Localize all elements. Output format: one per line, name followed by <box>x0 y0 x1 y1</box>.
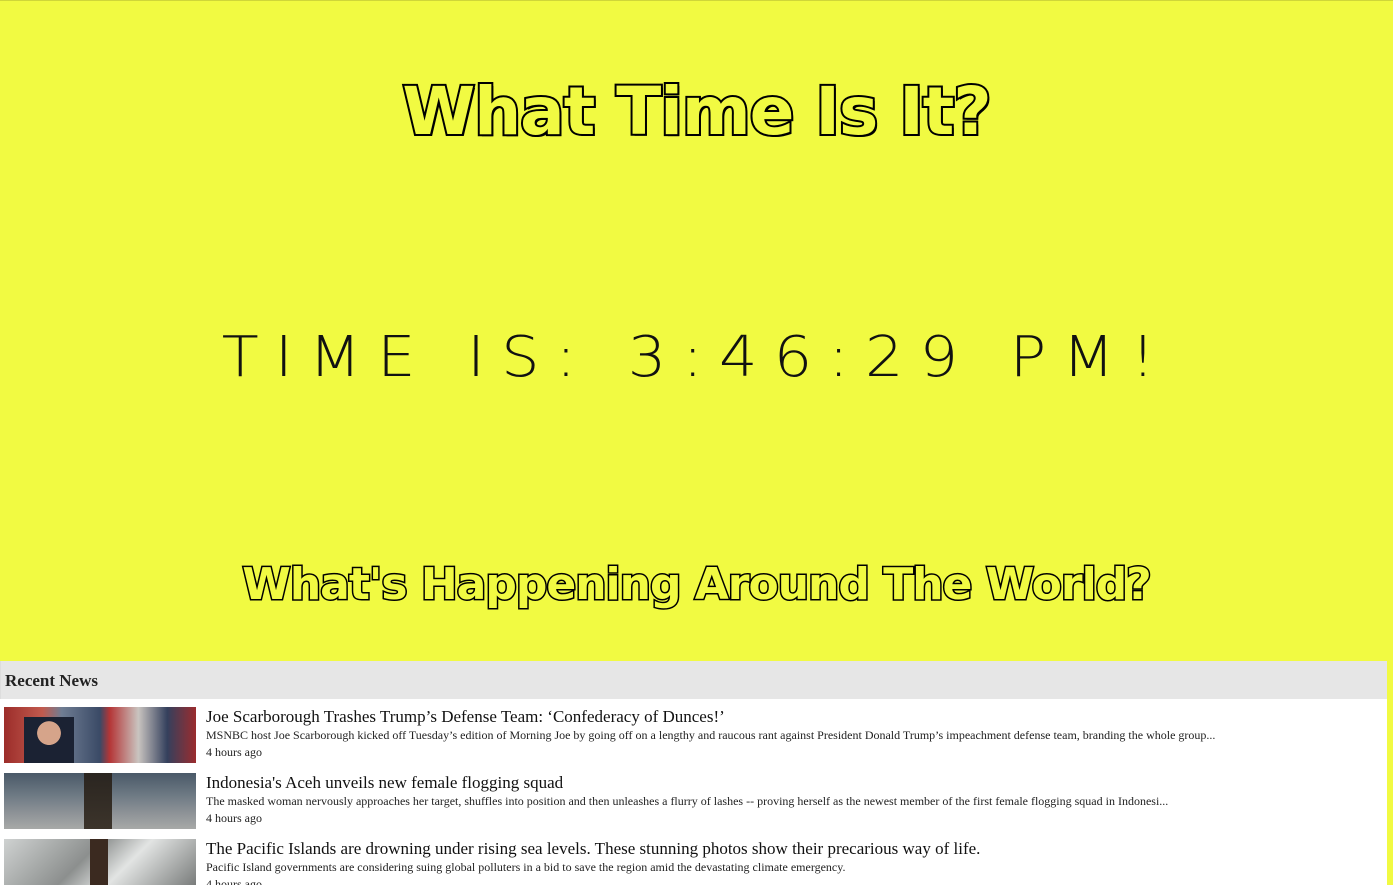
news-item-text: Joe Scarborough Trashes Trump’s Defense … <box>206 707 1383 761</box>
news-item-text: The Pacific Islands are drowning under r… <box>206 839 1383 885</box>
news-widget-header: Recent News <box>0 661 1387 699</box>
news-item-description: Pacific Island governments are consideri… <box>206 860 846 874</box>
top-border <box>0 0 1393 1</box>
news-item-description: MSNBC host Joe Scarborough kicked off Tu… <box>206 728 1216 742</box>
news-thumbnail[interactable] <box>4 839 196 885</box>
news-item-timestamp: 4 hours ago <box>206 811 262 825</box>
news-item-title[interactable]: Joe Scarborough Trashes Trump’s Defense … <box>206 707 1383 727</box>
page-title: What Time Is It? <box>400 71 993 152</box>
news-item[interactable]: Joe Scarborough Trashes Trump’s Defense … <box>0 699 1387 765</box>
news-item-description: The masked woman nervously approaches he… <box>206 794 1169 808</box>
news-thumbnail[interactable] <box>4 773 196 829</box>
news-item-title[interactable]: Indonesia's Aceh unveils new female flog… <box>206 773 1383 793</box>
news-item-timestamp: 4 hours ago <box>206 877 262 885</box>
clock-display: TIME IS: 3:46:29 PM! <box>221 325 1172 390</box>
news-section-heading: What's Happening Around The World? <box>241 558 1153 612</box>
news-item[interactable]: The Pacific Islands are drowning under r… <box>0 831 1387 885</box>
news-widget: Recent News Joe Scarborough Trashes Trum… <box>0 661 1387 885</box>
page-edge <box>1387 661 1393 885</box>
news-thumbnail[interactable] <box>4 707 196 763</box>
news-item-text: Indonesia's Aceh unveils new female flog… <box>206 773 1383 827</box>
news-item[interactable]: Indonesia's Aceh unveils new female flog… <box>0 765 1387 831</box>
news-item-title[interactable]: The Pacific Islands are drowning under r… <box>206 839 1383 859</box>
news-item-timestamp: 4 hours ago <box>206 745 262 759</box>
